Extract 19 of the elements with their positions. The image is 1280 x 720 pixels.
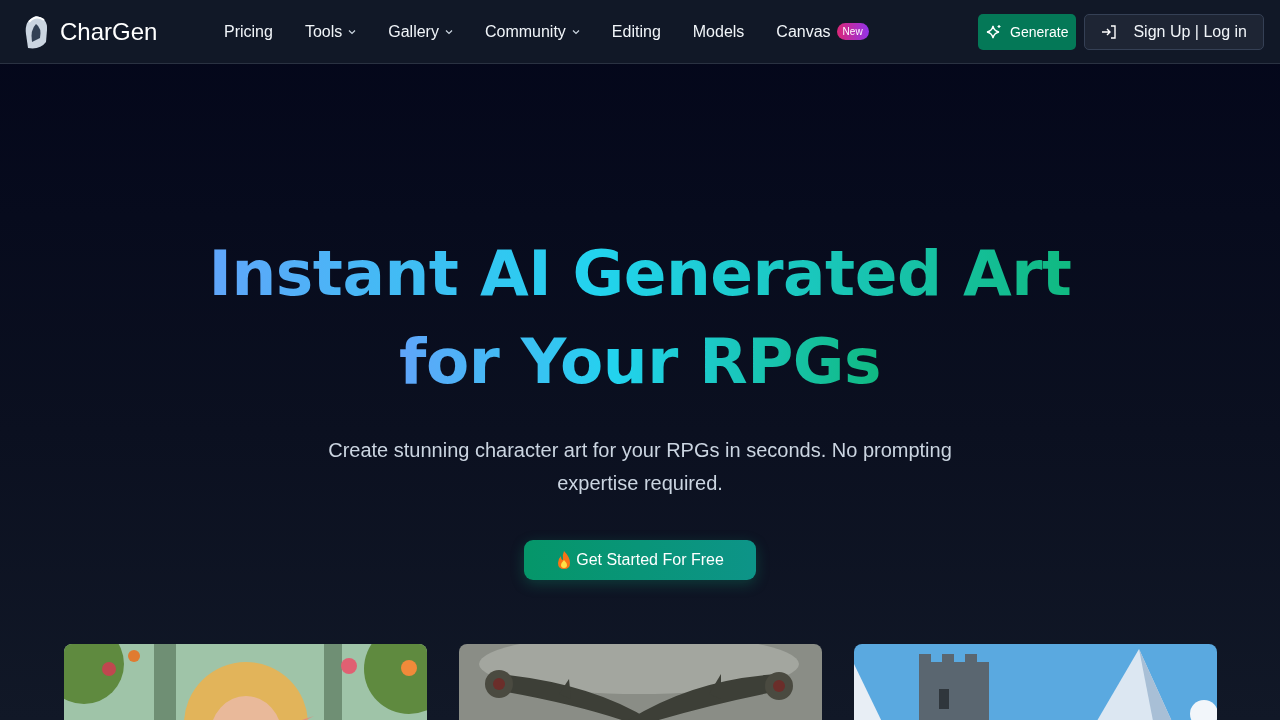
- new-badge: New: [836, 23, 869, 40]
- generate-button[interactable]: Generate: [978, 13, 1077, 50]
- nav-link[interactable]: Canvas New: [760, 22, 885, 41]
- brand-name[interactable]: CharGen: [60, 17, 158, 46]
- nav-link[interactable]: Gallery: [372, 22, 469, 41]
- caret-icon: [444, 28, 453, 35]
- login-icon: [1101, 23, 1118, 40]
- nav-link[interactable]: Models: [676, 22, 761, 41]
- nav-link[interactable]: Pricing: [208, 22, 289, 41]
- caret-icon: [571, 28, 580, 35]
- hero-subtitle: Create stunning character art for your RPGs in seconds. No prompting expertise required.: [327, 438, 953, 496]
- nav-link[interactable]: Tools: [288, 22, 373, 41]
- caret-icon: [348, 28, 357, 35]
- nav-link[interactable]: Community: [468, 22, 596, 41]
- login-button[interactable]: Sign Up | Log in: [1084, 13, 1264, 50]
- get-started-button[interactable]: Get Started For Free: [524, 540, 756, 580]
- nav-link[interactable]: Editing: [595, 22, 677, 41]
- fire-icon: [556, 550, 573, 570]
- sparkle-icon: [986, 23, 1003, 40]
